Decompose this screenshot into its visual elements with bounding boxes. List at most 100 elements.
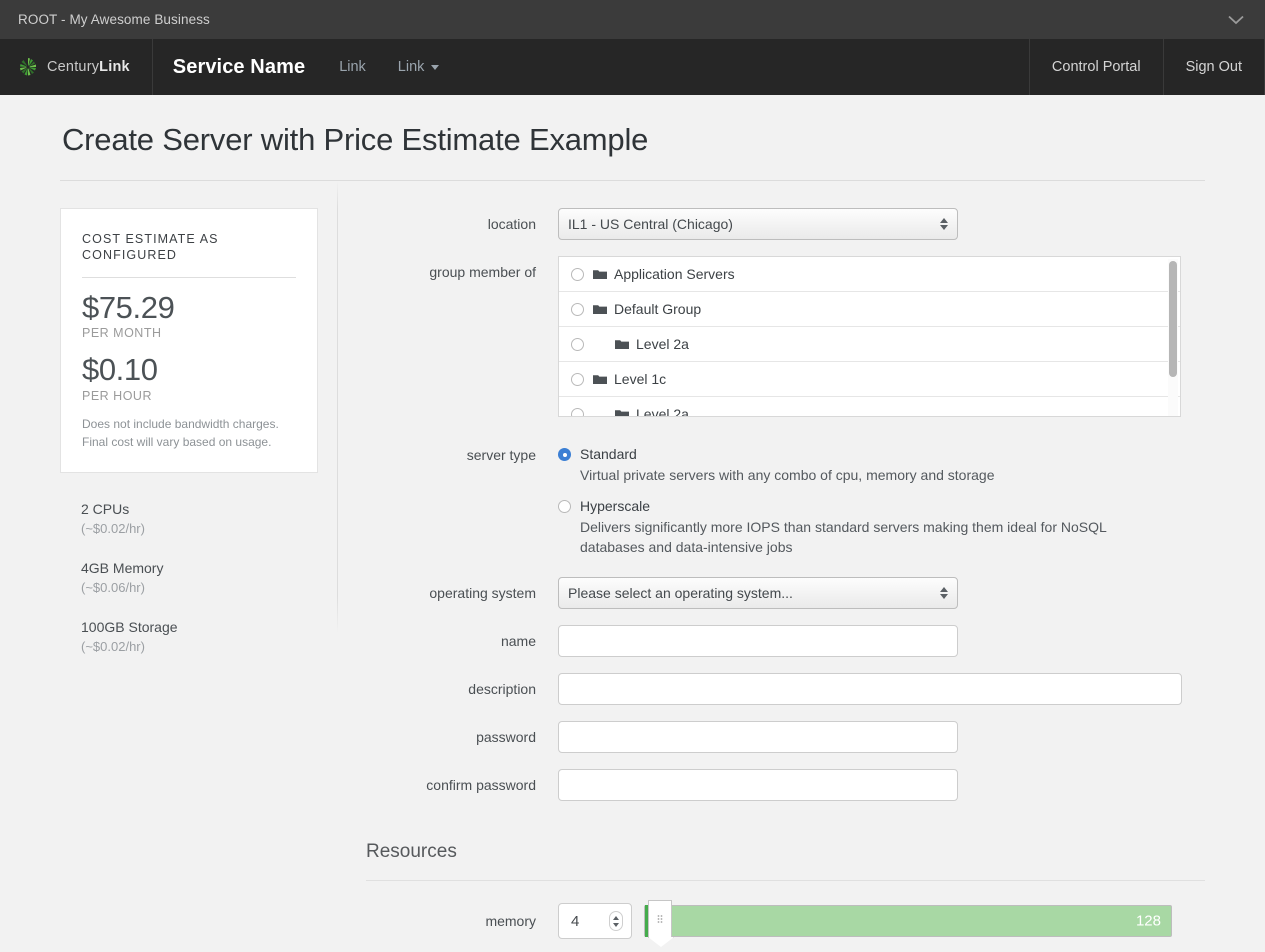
caret-down-icon <box>431 64 440 70</box>
server-type-option-hyperscale[interactable]: Hyperscale Delivers significantly more I… <box>558 496 1205 557</box>
handle-grip-icon <box>657 914 663 924</box>
memory-value: 4 <box>571 912 580 930</box>
resource-name: 4GB Memory <box>81 559 164 576</box>
brand-name-bold: Link <box>99 59 130 75</box>
group-label: Application Servers <box>614 266 735 282</box>
group-label: Level 2a <box>636 336 689 352</box>
main-navbar: CenturyLink Service Name Link Link Contr… <box>0 39 1265 95</box>
operating-system-select-wrap: Please select an operating system... <box>558 577 958 609</box>
password-input[interactable] <box>558 721 958 753</box>
radio-standard-title: Standard <box>580 446 637 462</box>
radio-standard-description: Virtual private servers with any combo o… <box>580 467 995 483</box>
cost-sidebar: Cost Estimate as Configured $75.29 PER M… <box>60 181 338 952</box>
field-operating-system: operating system Please select an operat… <box>358 577 1205 609</box>
list-item[interactable]: Level 2a <box>559 397 1180 417</box>
description-label: description <box>468 681 536 697</box>
memory-label: memory <box>485 913 536 929</box>
nav-left-group: Service Name Link Link <box>153 39 456 95</box>
cost-estimate-card: Cost Estimate as Configured $75.29 PER M… <box>60 208 318 473</box>
server-type-option-standard[interactable]: Standard Virtual private servers with an… <box>558 444 1205 485</box>
page-layout: Cost Estimate as Configured $75.29 PER M… <box>60 181 1205 952</box>
nav-link-1[interactable]: Link <box>323 59 382 75</box>
field-server-type: server type Standard Virtual private ser… <box>358 439 1205 557</box>
field-group-member-of: group member of Application Servers Defa… <box>358 256 1205 417</box>
memory-stepper[interactable]: 4 <box>558 903 632 939</box>
resources-section-divider <box>366 880 1205 881</box>
chevron-down-icon[interactable] <box>1225 9 1247 31</box>
radio-hyperscale[interactable] <box>558 500 571 513</box>
nav-right-group: Control Portal Sign Out <box>1028 39 1265 95</box>
resource-price: (~$0.06/hr) <box>81 580 145 596</box>
folder-icon <box>593 269 607 279</box>
brand-text: CenturyLink <box>47 59 130 75</box>
group-list-scrollbar[interactable] <box>1168 259 1178 416</box>
list-item: 2 CPUs (~$0.02/hr) <box>81 499 338 539</box>
field-location: location IL1 - US Central (Chicago) <box>358 208 1205 240</box>
resource-price: (~$0.02/hr) <box>81 521 145 537</box>
brand-logo[interactable]: CenturyLink <box>0 39 153 95</box>
list-item[interactable]: Level 2a <box>559 327 1180 362</box>
resource-name: 2 CPUs <box>81 500 130 517</box>
field-description: description <box>358 673 1205 705</box>
brand-name-light: Century <box>47 59 100 75</box>
cost-note-line-2: Final cost will vary based on usage. <box>82 435 272 450</box>
nav-service-name[interactable]: Service Name <box>173 56 323 79</box>
memory-slider-max-label: 128 <box>1135 912 1161 930</box>
memory-slider-handle[interactable] <box>648 900 672 938</box>
confirm-password-input[interactable] <box>558 769 958 801</box>
field-password: password <box>358 721 1205 753</box>
account-topbar: ROOT - My Awesome Business <box>0 0 1265 39</box>
scrollbar-thumb[interactable] <box>1169 261 1177 377</box>
field-memory-slider: memory 4 128 <box>358 900 1205 939</box>
resource-name: 100GB Storage <box>81 618 178 635</box>
location-label: location <box>487 216 536 232</box>
name-input[interactable] <box>558 625 958 657</box>
group-label: Level 2a <box>636 406 689 417</box>
field-name: name <box>358 625 1205 657</box>
confirm-password-label: confirm password <box>426 777 536 793</box>
group-label: Default Group <box>614 301 702 317</box>
server-form: location IL1 - US Central (Chicago) grou… <box>338 181 1205 952</box>
radio-hyperscale-description: Delivers significantly more IOPS than st… <box>580 519 1107 555</box>
description-input[interactable] <box>558 673 1182 705</box>
cost-estimate-heading: Cost Estimate as Configured <box>82 232 219 263</box>
group-radio[interactable] <box>571 372 584 386</box>
group-member-list[interactable]: Application Servers Default Group Level … <box>558 256 1181 417</box>
server-type-label: server type <box>466 447 536 463</box>
resources-section-title: Resources <box>366 841 457 862</box>
memory-stepper-arrows-icon[interactable] <box>609 911 623 931</box>
control-portal-link[interactable]: Control Portal <box>1028 39 1163 95</box>
location-select[interactable]: IL1 - US Central (Chicago) <box>558 208 958 240</box>
list-item: 4GB Memory (~$0.06/hr) <box>81 558 338 598</box>
group-radio[interactable] <box>571 337 584 351</box>
cost-hourly-unit: PER HOUR <box>82 388 152 403</box>
group-member-of-label: group member of <box>429 264 536 280</box>
cost-card-divider <box>82 276 296 278</box>
list-item[interactable]: Level 1c <box>559 362 1180 397</box>
operating-system-select[interactable]: Please select an operating system... <box>558 577 958 609</box>
group-radio[interactable] <box>571 302 584 316</box>
list-item[interactable]: Application Servers <box>559 257 1180 292</box>
page-container: Create Server with Price Estimate Exampl… <box>0 122 1265 952</box>
name-label: name <box>500 633 536 649</box>
radio-standard[interactable] <box>558 448 571 461</box>
cost-monthly-amount: $75.29 <box>82 289 175 325</box>
account-title: ROOT - My Awesome Business <box>18 12 210 27</box>
group-radio[interactable] <box>571 267 584 281</box>
list-item[interactable]: Default Group <box>559 292 1180 327</box>
location-select-wrap: IL1 - US Central (Chicago) <box>558 208 958 240</box>
resource-breakdown-list: 2 CPUs (~$0.02/hr) 4GB Memory (~$0.06/hr… <box>81 499 338 656</box>
cost-hourly-amount: $0.10 <box>82 352 158 388</box>
field-confirm-password: confirm password <box>358 769 1205 801</box>
nav-link-2-label: Link <box>397 59 425 75</box>
sign-out-link[interactable]: Sign Out <box>1162 39 1265 95</box>
folder-icon <box>593 304 607 314</box>
group-radio[interactable] <box>571 407 584 416</box>
nav-link-2-dropdown[interactable]: Link <box>382 59 456 75</box>
resource-price: (~$0.02/hr) <box>81 638 145 654</box>
memory-slider-track[interactable]: 128 <box>644 900 1172 938</box>
cost-monthly-unit: PER MONTH <box>82 326 162 341</box>
operating-system-label: operating system <box>429 585 536 601</box>
nav-link-1-label: Link <box>339 59 366 75</box>
page-title: Create Server with Price Estimate Exampl… <box>62 122 649 157</box>
